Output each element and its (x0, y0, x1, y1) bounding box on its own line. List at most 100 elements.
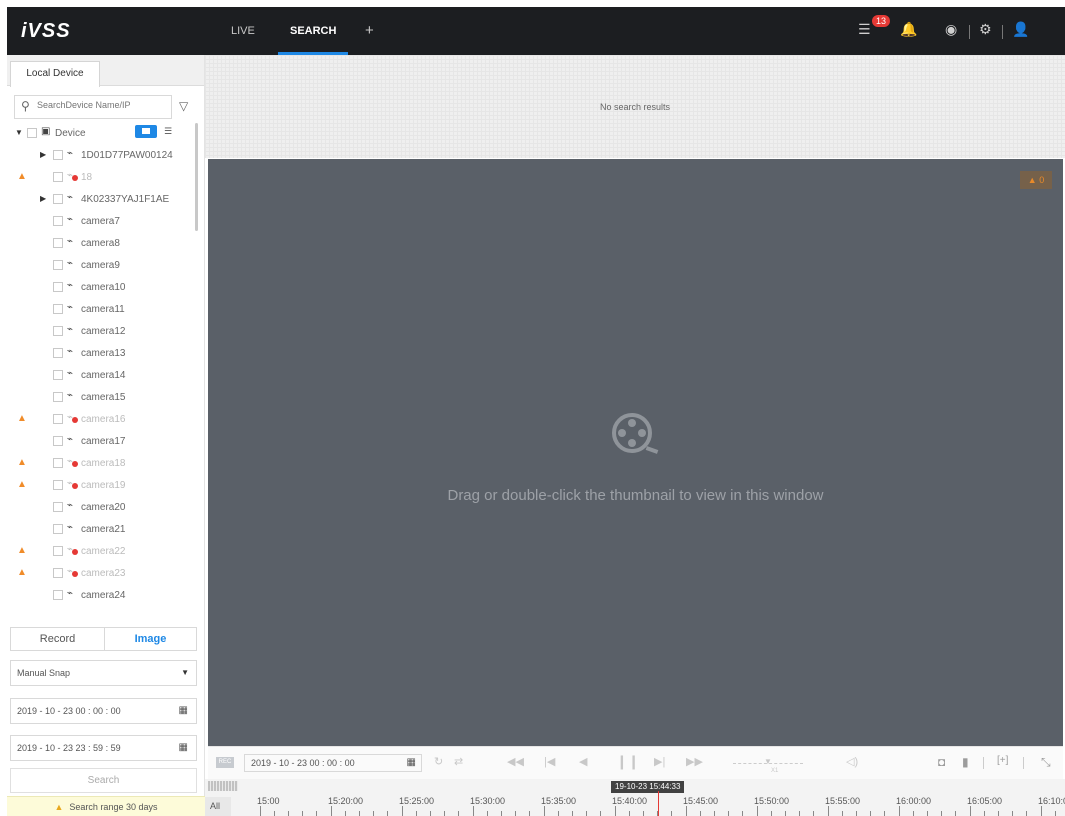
tree-device-group[interactable]: ▶ ⌁ 1D01D77PAW00124 (7, 145, 195, 167)
tree-checkbox[interactable] (53, 260, 63, 270)
tree-scrollbar[interactable] (195, 123, 198, 231)
collapse-caret-icon[interactable]: ▼ (15, 128, 23, 137)
list-view-toggle[interactable]: ☰ (164, 126, 172, 137)
tree-checkbox[interactable] (53, 502, 63, 512)
end-time-field[interactable]: 2019 - 10 - 23 23 : 59 : 59 ▦ (10, 735, 197, 761)
add-tab-button[interactable]: + (365, 7, 374, 55)
timeline-tick (1012, 811, 1013, 816)
sync-icon[interactable]: ↻ (434, 755, 443, 768)
tree-camera-item[interactable]: ⌁ camera8 (7, 233, 195, 255)
snap-type-select[interactable]: Manual Snap ▼ (10, 660, 197, 686)
tree-camera-item[interactable]: ⌁ camera21 (7, 519, 195, 541)
rewind-icon[interactable]: ◀◀ (507, 755, 524, 768)
event-list-icon[interactable]: ☰ (858, 21, 871, 38)
tree-checkbox[interactable] (53, 568, 63, 578)
tab-local-device[interactable]: Local Device (10, 61, 100, 87)
slow-icon[interactable]: ◀ (579, 755, 587, 768)
tree-checkbox[interactable] (53, 458, 63, 468)
tree-camera-item[interactable]: ⌁ camera15 (7, 387, 195, 409)
tree-camera-item[interactable]: ▲ ⌁ 18 (7, 167, 195, 189)
tree-checkbox[interactable] (53, 238, 63, 248)
tree-camera-item[interactable]: ▲ ⌁ camera19 (7, 475, 195, 497)
device-search-box[interactable]: ⚲ (14, 95, 172, 119)
user-icon[interactable]: 👤 (1012, 21, 1029, 38)
timeline[interactable]: All 19-10-23 15:44:33 15:00 15:20:00 15:25… (205, 779, 1065, 816)
tree-checkbox[interactable] (53, 326, 63, 336)
pause-icon[interactable]: ❙❙ (616, 753, 639, 770)
tab-search[interactable]: SEARCH (277, 7, 350, 55)
next-frame-icon[interactable]: ▶| (654, 755, 665, 768)
expand-caret-icon[interactable]: ▶ (40, 150, 46, 159)
tab-record[interactable]: Record (11, 628, 104, 650)
tree-checkbox[interactable] (27, 128, 37, 138)
warning-icon: ▲ (17, 479, 27, 490)
search-button[interactable]: Search (10, 768, 197, 793)
bookmark-icon[interactable]: ▮ (962, 755, 969, 769)
calendar-icon[interactable]: ▦ (407, 755, 416, 771)
camera-view-toggle[interactable] (135, 125, 157, 138)
tree-checkbox[interactable] (53, 172, 63, 182)
timeline-cursor[interactable] (658, 791, 659, 816)
tree-camera-item[interactable]: ▲ ⌁ camera22 (7, 541, 195, 563)
tree-item-label: camera13 (81, 348, 126, 359)
tree-checkbox[interactable] (53, 392, 63, 402)
previous-frame-icon[interactable]: |◀ (544, 755, 555, 768)
playback-mode-badge[interactable]: REC (216, 757, 234, 768)
calendar-icon[interactable]: ▦ (179, 736, 188, 760)
playback-time-field[interactable]: 2019 - 10 - 23 00 : 00 : 00 ▦ (244, 754, 422, 772)
tree-camera-item[interactable]: ⌁ camera9 (7, 255, 195, 277)
window-split-icon[interactable]: [+] (997, 755, 1008, 766)
tree-checkbox[interactable] (53, 590, 63, 600)
tree-checkbox[interactable] (53, 414, 63, 424)
camera-snapshot-icon[interactable]: ◘ (938, 755, 945, 769)
clip-icon[interactable]: ⇄ (454, 755, 463, 768)
tree-camera-item[interactable]: ▲ ⌁ camera18 (7, 453, 195, 475)
tree-checkbox[interactable] (53, 480, 63, 490)
timeline-tick (700, 811, 701, 816)
video-window[interactable]: ▲ 0 Drag or double-click the thumbnail t… (208, 159, 1063, 746)
camera-icon: ⌁ (67, 346, 74, 357)
tree-checkbox[interactable] (53, 370, 63, 380)
tree-camera-item[interactable]: ⌁ camera11 (7, 299, 195, 321)
timeline-all-button[interactable]: All (205, 797, 231, 816)
tree-checkbox[interactable] (53, 282, 63, 292)
tree-camera-item[interactable]: ⌁ camera7 (7, 211, 195, 233)
expand-caret-icon[interactable]: ▶ (40, 194, 46, 203)
volume-icon[interactable]: ◁) (846, 755, 858, 768)
tree-camera-item[interactable]: ▲ ⌁ camera23 (7, 563, 195, 585)
tree-camera-item[interactable]: ⌁ camera13 (7, 343, 195, 365)
tree-camera-item[interactable]: ⌁ camera14 (7, 365, 195, 387)
tree-camera-item[interactable]: ▲ ⌁ camera16 (7, 409, 195, 431)
tree-checkbox[interactable] (53, 546, 63, 556)
tree-checkbox[interactable] (53, 436, 63, 446)
tree-camera-item[interactable]: ⌁ camera20 (7, 497, 195, 519)
tree-checkbox[interactable] (53, 216, 63, 226)
tree-checkbox[interactable] (53, 194, 63, 204)
tree-camera-item[interactable]: ⌁ camera12 (7, 321, 195, 343)
alarm-count-badge[interactable]: ▲ 0 (1020, 171, 1052, 189)
tree-root-device[interactable]: ▼ ▣ Device ☰ (7, 123, 195, 145)
tab-live[interactable]: LIVE (231, 7, 255, 55)
globe-icon[interactable]: ◉ (945, 21, 957, 38)
fast-forward-icon[interactable]: ▶▶ (686, 755, 703, 768)
alarm-icon[interactable]: 🔔 (900, 21, 917, 38)
end-time-value: 2019 - 10 - 23 23 : 59 : 59 (17, 743, 121, 753)
tree-checkbox[interactable] (53, 524, 63, 534)
tree-device-group[interactable]: ▶ ⌁ 4K02337YAJ1F1AE (7, 189, 195, 211)
tree-checkbox[interactable] (53, 150, 63, 160)
search-type-tabs: Record Image (10, 627, 197, 651)
filter-icon[interactable]: ▽ (179, 99, 188, 113)
tab-image[interactable]: Image (104, 628, 196, 650)
tree-camera-item[interactable]: ⌁ camera24 (7, 585, 195, 607)
fullscreen-icon[interactable]: ⤡ (1041, 755, 1051, 770)
gear-icon[interactable]: ⚙ (979, 21, 992, 38)
speed-slider-knob[interactable]: ▼ (764, 757, 772, 766)
tree-camera-item[interactable]: ⌁ camera10 (7, 277, 195, 299)
calendar-icon[interactable]: ▦ (179, 699, 188, 723)
tree-checkbox[interactable] (53, 304, 63, 314)
tree-camera-item[interactable]: ⌁ camera17 (7, 431, 195, 453)
start-time-field[interactable]: 2019 - 10 - 23 00 : 00 : 00 ▦ (10, 698, 197, 724)
device-search-input[interactable] (37, 100, 167, 110)
timeline-tick (643, 811, 644, 816)
tree-checkbox[interactable] (53, 348, 63, 358)
